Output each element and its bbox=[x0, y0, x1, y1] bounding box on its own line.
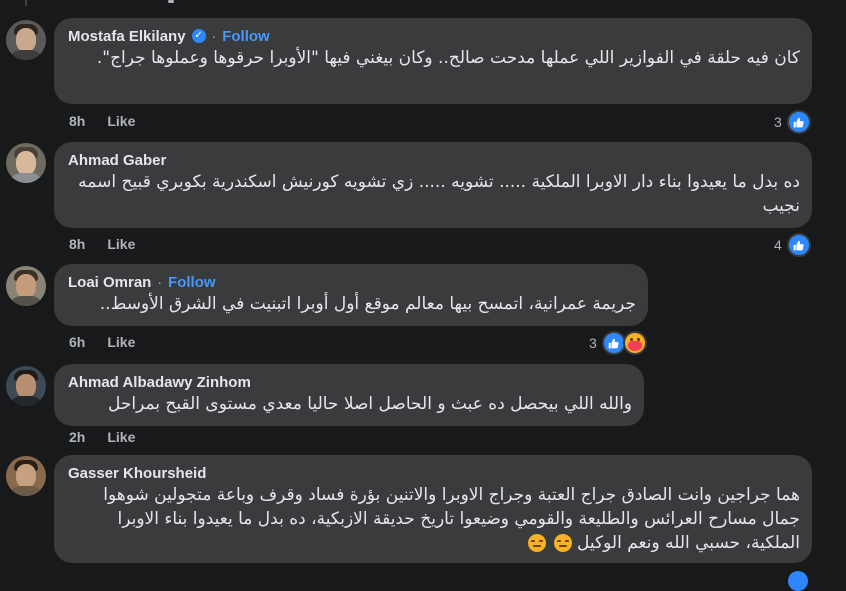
comment-bubble: Loai Omran · Follow جريمة عمرانية، اتمسح… bbox=[54, 264, 648, 326]
avatar[interactable] bbox=[6, 143, 46, 183]
timestamp[interactable]: 8h bbox=[69, 113, 85, 129]
pensive-face-icon bbox=[528, 534, 547, 552]
comment-bubble: Mostafa Elkilany ✓ · Follow كان فيه حلقة… bbox=[54, 18, 812, 104]
care-reaction-icon bbox=[622, 331, 647, 355]
separator-dot: · bbox=[157, 274, 163, 290]
comment-text-body: هما جراجين وانت الصادق جراج العتبة وجراج… bbox=[103, 485, 800, 553]
thread-line bbox=[25, 0, 27, 6]
comment-bubble: Ahmad Albadawy Zinhom والله اللي بيحصل د… bbox=[54, 364, 644, 426]
reaction-summary[interactable]: 3 bbox=[589, 331, 647, 355]
comment-text: هما جراجين وانت الصادق جراج العتبة وجراج… bbox=[68, 483, 800, 555]
like-button[interactable]: Like bbox=[107, 236, 135, 252]
comment-actions: 8h Like bbox=[69, 113, 135, 129]
author-name[interactable]: Gasser Khoursheid bbox=[68, 465, 206, 482]
avatar[interactable] bbox=[6, 456, 46, 496]
comment-text: والله اللي بيحصل ده عبث و الحاصل اصلا حا… bbox=[107, 394, 632, 414]
comment-bubble: Gasser Khoursheid هما جراجين وانت الصادق… bbox=[54, 455, 812, 563]
follow-button[interactable]: Follow bbox=[168, 274, 216, 291]
like-reaction-icon bbox=[786, 110, 811, 134]
follow-button[interactable]: Follow bbox=[222, 28, 270, 45]
avatar[interactable] bbox=[6, 20, 46, 60]
avatar[interactable] bbox=[6, 366, 46, 406]
like-reaction-icon bbox=[788, 571, 808, 591]
timestamp[interactable]: 6h bbox=[69, 334, 85, 350]
timestamp[interactable]: 2h bbox=[69, 429, 85, 445]
timestamp[interactable]: 8h bbox=[69, 236, 85, 252]
author-name[interactable]: Mostafa Elkilany bbox=[68, 28, 186, 45]
reaction-summary[interactable]: 4 bbox=[774, 233, 811, 257]
separator-dot bbox=[168, 0, 174, 3]
like-button[interactable]: Like bbox=[107, 334, 135, 350]
author-name[interactable]: Ahmad Gaber bbox=[68, 152, 166, 169]
reaction-count: 3 bbox=[774, 114, 782, 130]
author-name[interactable]: Loai Omran bbox=[68, 274, 151, 291]
comment-actions: 6h Like bbox=[69, 334, 135, 350]
like-button[interactable]: Like bbox=[107, 429, 135, 445]
avatar[interactable] bbox=[6, 266, 46, 306]
comment-actions: 8h Like bbox=[69, 236, 135, 252]
separator-dot: · bbox=[211, 28, 217, 44]
comment-text: ده بدل ما يعيدوا بناء دار الاوبرا الملكي… bbox=[78, 172, 800, 216]
verified-badge-icon: ✓ bbox=[191, 29, 206, 43]
like-button[interactable]: Like bbox=[107, 113, 135, 129]
upside-down-face-icon bbox=[553, 534, 572, 552]
like-reaction-icon bbox=[786, 233, 811, 257]
comment-text: جريمة عمرانية، اتمسح بيها معالم موقع أول… bbox=[99, 294, 636, 314]
comment-text: كان فيه حلقة في الفوازير اللي عملها مدحت… bbox=[96, 48, 800, 68]
comment-actions: 2h Like bbox=[69, 429, 135, 445]
comment-bubble: Ahmad Gaber ده بدل ما يعيدوا بناء دار ال… bbox=[54, 142, 812, 228]
reaction-count: 3 bbox=[589, 335, 597, 351]
reaction-summary[interactable]: 3 bbox=[774, 110, 811, 134]
reaction-count: 4 bbox=[774, 237, 782, 253]
author-name[interactable]: Ahmad Albadawy Zinhom bbox=[68, 374, 251, 391]
